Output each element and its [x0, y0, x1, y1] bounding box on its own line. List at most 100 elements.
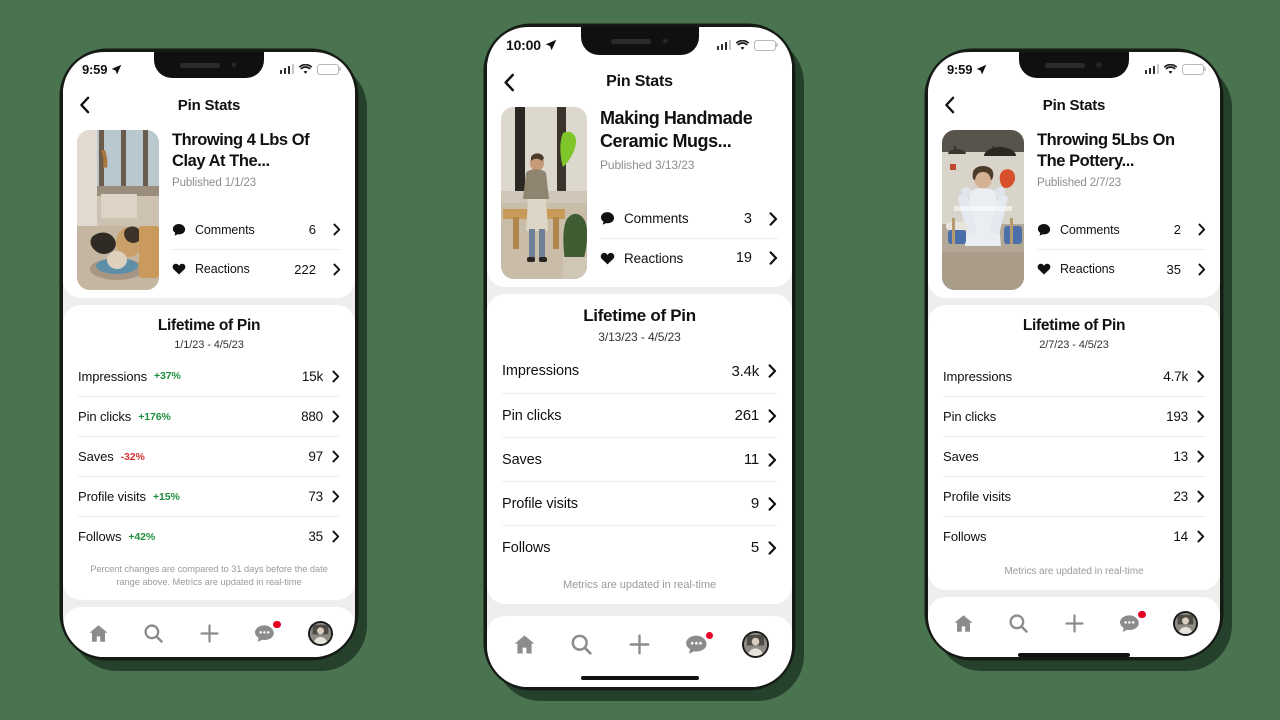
tab-create[interactable]: [623, 630, 657, 660]
chevron-right-icon: [333, 263, 341, 275]
metric-row[interactable]: Follows 14: [943, 516, 1205, 556]
home-icon: [954, 615, 972, 632]
avatar: [743, 633, 767, 656]
tab-profile[interactable]: [738, 630, 772, 660]
wifi-icon: [735, 39, 750, 50]
page-title: Pin Stats: [606, 73, 673, 90]
battery-low-power-icon: [317, 63, 339, 75]
wifi-icon: [1163, 63, 1178, 74]
status-right-1: [279, 63, 339, 75]
pin-thumbnail-1[interactable]: [77, 130, 159, 290]
metric-row[interactable]: Follows 5: [502, 525, 777, 569]
metric-row[interactable]: Impressions 4.7k: [943, 356, 1205, 396]
heart-icon: [172, 263, 186, 275]
phone-screen-3: 9:59 Pin Stats Throwing 5Lbs On The Pott…: [928, 52, 1220, 657]
tab-search[interactable]: [565, 630, 599, 660]
metric-row[interactable]: Profile visits 9: [502, 481, 777, 525]
metric-delta: +37%: [153, 370, 181, 382]
tab-list-3: [946, 609, 1202, 639]
pin-summary-2: Making Handmade Ceramic Mugs... Publishe…: [487, 101, 792, 279]
back-button[interactable]: [944, 96, 955, 114]
metric-value: 880: [301, 409, 323, 424]
metric-row[interactable]: Pin clicks 193: [943, 396, 1205, 436]
metric-row[interactable]: Impressions +37% 15k: [78, 356, 340, 396]
reactions-row[interactable]: Reactions 19: [600, 238, 778, 277]
lifetime-title: Lifetime of Pin: [583, 306, 696, 325]
tab-home[interactable]: [507, 630, 541, 660]
plus-icon: [199, 624, 219, 644]
metric-row[interactable]: Follows +42% 35: [78, 516, 340, 556]
page-title: Pin Stats: [1042, 96, 1106, 114]
comments-row[interactable]: Comments 2: [1037, 210, 1206, 249]
metric-row[interactable]: Pin clicks 261: [502, 393, 777, 437]
status-left-3: 9:59: [947, 62, 987, 77]
chevron-right-icon: [768, 364, 777, 378]
reactions-row[interactable]: Reactions 35: [1037, 249, 1206, 288]
tab-messages[interactable]: [248, 619, 282, 649]
earpiece-speaker-icon: [180, 62, 220, 68]
tab-search[interactable]: [137, 619, 171, 649]
metric-row[interactable]: Pin clicks +176% 880: [78, 396, 340, 436]
comment-bubble-icon: [600, 212, 615, 225]
tab-bar-2: [487, 615, 792, 687]
metric-row[interactable]: Profile visits +15% 73: [78, 476, 340, 516]
front-camera-icon: [660, 37, 669, 45]
reactions-row[interactable]: Reactions 222: [172, 249, 341, 288]
pin-title: Making Handmade Ceramic Mugs...: [600, 108, 753, 152]
battery-low-power-icon: [754, 39, 776, 51]
pin-info-3: Throwing 5Lbs On The Pottery... Publishe…: [1037, 130, 1206, 290]
tab-profile[interactable]: [303, 619, 337, 649]
engagement-list-3: Comments 2 Reactions 35: [1037, 210, 1206, 290]
heart-icon: [1037, 263, 1051, 275]
pin-published-date: Published 1/1/23: [172, 177, 257, 190]
metric-label: Follows: [943, 529, 987, 544]
pin-thumbnail-3[interactable]: [942, 130, 1024, 290]
cellular-bars-icon: [1144, 64, 1159, 74]
pin-summary-3: Throwing 5Lbs On The Pottery... Publishe…: [928, 124, 1220, 290]
metric-row[interactable]: Saves 11: [502, 437, 777, 481]
pin-header-card-1: Pin Stats Throwing 4 Lbs Of Clay At The.…: [63, 86, 355, 298]
home-indicator: [1018, 652, 1130, 657]
metric-value: 14: [1173, 529, 1188, 544]
tab-messages[interactable]: [680, 630, 714, 660]
metric-delta: +15%: [152, 490, 180, 503]
avatar-image: [309, 623, 331, 645]
chevron-right-icon: [332, 530, 340, 543]
status-right-2: [716, 39, 776, 51]
home-icon: [89, 625, 107, 643]
metric-value: 5: [750, 539, 759, 556]
tab-list-1: [81, 619, 337, 649]
app-content-1: Pin Stats Throwing 4 Lbs Of Clay At The.…: [63, 86, 355, 657]
back-button[interactable]: [79, 96, 90, 114]
metric-value: 13: [1173, 449, 1188, 464]
home-icon: [514, 635, 534, 654]
tab-create[interactable]: [1057, 609, 1091, 639]
device-notch: [154, 52, 264, 78]
location-arrow-icon: [976, 64, 987, 74]
tab-home[interactable]: [81, 619, 115, 649]
metric-row[interactable]: Saves -32% 97: [78, 436, 340, 476]
metric-row[interactable]: Profile visits 23: [943, 476, 1205, 516]
chevron-right-icon: [332, 450, 340, 463]
comments-row[interactable]: Comments 6: [172, 210, 341, 249]
comment-bubble-icon: [1037, 223, 1051, 236]
comment-bubble-icon: [172, 223, 186, 236]
chevron-right-icon: [1197, 410, 1205, 423]
comments-row[interactable]: Comments 3: [600, 199, 778, 238]
tab-search[interactable]: [1002, 609, 1036, 639]
metric-row[interactable]: Saves 13: [943, 436, 1205, 476]
metric-label: Saves: [943, 449, 979, 464]
pin-thumbnail-image-2: [501, 107, 587, 279]
metric-row[interactable]: Impressions 3.4k: [502, 349, 777, 393]
avatar-image: [743, 633, 767, 656]
tab-home[interactable]: [946, 609, 980, 639]
wifi-icon: [298, 63, 313, 74]
back-button[interactable]: [503, 73, 515, 92]
tab-profile[interactable]: [1168, 609, 1202, 639]
tab-create[interactable]: [192, 619, 226, 649]
avatar: [1174, 613, 1196, 634]
pin-title: Throwing 4 Lbs Of Clay At The...: [172, 131, 310, 171]
lifetime-title: Lifetime of Pin: [1022, 317, 1126, 334]
tab-messages[interactable]: [1113, 609, 1147, 639]
pin-thumbnail-2[interactable]: [501, 107, 587, 279]
